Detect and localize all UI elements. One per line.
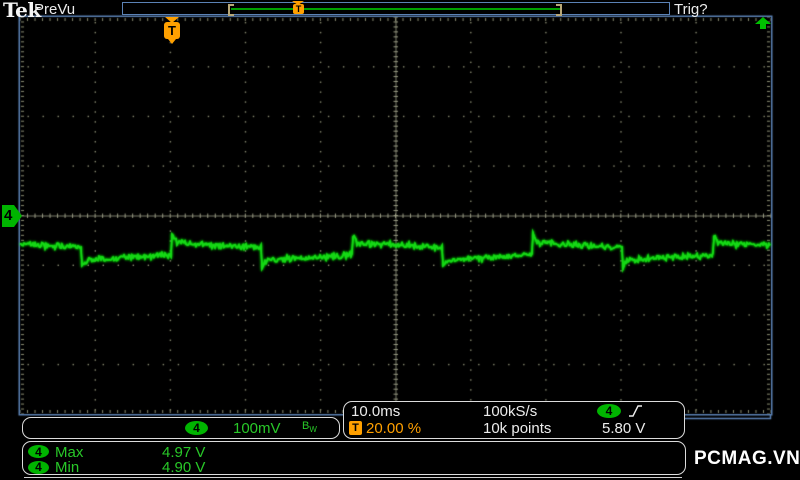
record-view-right-bracket: [556, 4, 562, 16]
bandwidth-limit-indicator: BW: [302, 420, 317, 434]
channel-4-badge: 4: [185, 421, 208, 435]
measurement-channel-badge: 4: [28, 445, 49, 458]
trigger-level-readout: 5.80 V: [602, 420, 645, 437]
trigger-position-readout: 20.00 %: [366, 420, 421, 437]
record-length-readout: 10k points: [483, 420, 551, 437]
record-view-bar: T: [122, 2, 670, 15]
measurements-box: 4 Max 4.97 V 4 Min 4.90 V: [22, 441, 686, 475]
measurement-value: 4.90 V: [162, 459, 205, 476]
channel-marker-number: 4: [4, 208, 12, 223]
channel-marker-arrow-icon: [14, 205, 22, 227]
channel-4-position-marker: 4: [2, 205, 22, 227]
watermark-logo: PCMAG.VN: [694, 448, 800, 470]
trigger-status-label: Trig?: [674, 1, 708, 18]
trigger-t-badge: T: [349, 421, 362, 435]
measurement-name: Max: [55, 444, 83, 461]
oscilloscope-screen: Tek PreVu T Trig? T 4 4 100mV BW 10.0ms …: [0, 0, 800, 480]
trigger-position-marker: T: [163, 17, 181, 48]
volts-per-div-readout: 100mV: [233, 420, 281, 437]
horizontal-trigger-readout-box: 10.0ms 100kS/s 4 T 20.00 % 10k points 5.…: [343, 401, 685, 439]
record-view-left-bracket: [228, 4, 234, 16]
measurement-channel-badge: 4: [28, 461, 49, 474]
measurement-value: 4.97 V: [162, 444, 205, 461]
measurement-name: Min: [55, 459, 79, 476]
trigger-source-badge: 4: [597, 404, 621, 418]
time-per-div-readout: 10.0ms: [351, 403, 400, 420]
trigger-marker-t-icon: T: [164, 22, 180, 39]
record-view-trigger-icon: T: [293, 4, 304, 14]
sample-rate-readout: 100kS/s: [483, 403, 537, 420]
trigger-marker-bottom-arrow-icon: [168, 39, 176, 44]
channel-readout-box: 4 100mV BW: [22, 417, 340, 439]
rising-edge-slope-icon: [628, 404, 643, 418]
trigger-level-offscreen-arrow-icon: [755, 17, 771, 29]
record-view-waveform-line: [231, 8, 561, 10]
acquisition-mode-label: PreVu: [34, 1, 75, 18]
